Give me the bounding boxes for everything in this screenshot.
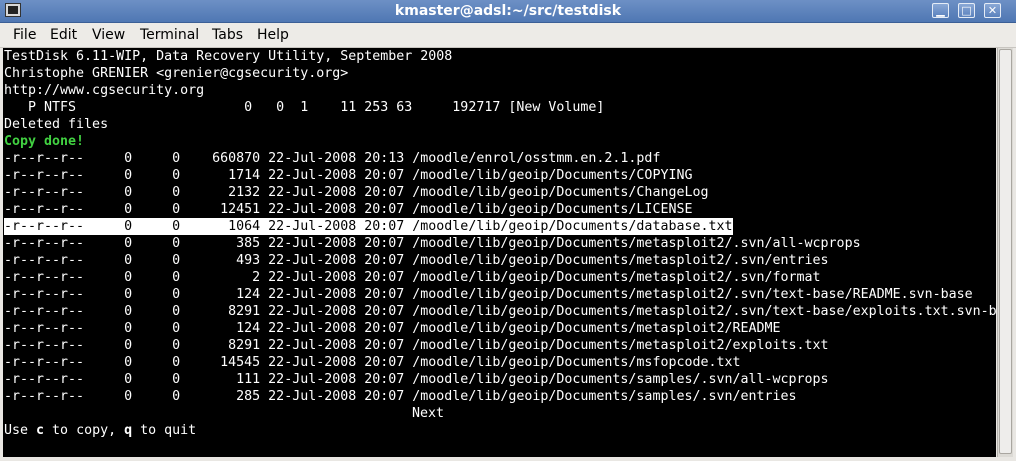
file-row[interactable]: -r--r--r-- 0 0 8291 22-Jul-2008 20:07 /m…	[4, 337, 829, 354]
menu-edit[interactable]: Edit	[50, 27, 77, 43]
header-line-url: http://www.cgsecurity.org	[4, 83, 205, 98]
window-title: kmaster@adsl:~/src/testdisk	[394, 3, 622, 19]
file-row[interactable]: -r--r--r-- 0 0 8291 22-Jul-2008 20:07 /m…	[4, 303, 996, 320]
minimize-button[interactable]: ▁	[932, 3, 949, 18]
maximize-button[interactable]: □	[958, 3, 975, 18]
file-row[interactable]: -r--r--r-- 0 0 1714 22-Jul-2008 20:07 /m…	[4, 167, 692, 184]
file-row[interactable]: -r--r--r-- 0 0 12451 22-Jul-2008 20:07 /…	[4, 201, 692, 218]
terminal-screen[interactable]: TestDisk 6.11-WIP, Data Recovery Utility…	[3, 48, 996, 457]
menu-file[interactable]: File	[13, 27, 36, 43]
header-line-author: Christophe GRENIER <grenier@cgsecurity.o…	[4, 66, 349, 81]
quit-key-hint: q	[124, 423, 133, 438]
menu-help[interactable]: Help	[257, 27, 289, 43]
footer-use-text: Use	[4, 423, 37, 438]
menu-tabs[interactable]: Tabs	[212, 27, 243, 43]
menu-bar: File Edit View Terminal Tabs Help	[0, 23, 1016, 48]
title-bar[interactable]: kmaster@adsl:~/src/testdisk ▁ □ ✕	[0, 0, 1016, 23]
copy-key-hint: c	[36, 423, 45, 438]
file-row[interactable]: -r--r--r-- 0 0 493 22-Jul-2008 20:07 /mo…	[4, 252, 829, 269]
file-row[interactable]: -r--r--r-- 0 0 111 22-Jul-2008 20:07 /mo…	[4, 371, 829, 388]
file-row[interactable]: -r--r--r-- 0 0 285 22-Jul-2008 20:07 /mo…	[4, 388, 797, 405]
menu-terminal[interactable]: Terminal	[140, 27, 199, 43]
next-page-link[interactable]: Next	[412, 405, 444, 422]
file-row[interactable]: -r--r--r-- 0 0 2132 22-Jul-2008 20:07 /m…	[4, 184, 708, 201]
scrollbar-thumb[interactable]	[999, 49, 1012, 454]
footer-copy-text: to copy,	[44, 423, 125, 438]
file-row[interactable]: -r--r--r-- 0 0 14545 22-Jul-2008 20:07 /…	[4, 354, 741, 371]
deleted-files-heading: Deleted files	[4, 117, 109, 132]
close-button[interactable]: ✕	[984, 3, 1001, 18]
partition-line: P NTFS 0 0 1 11 253 63 192717 [New Volum…	[4, 100, 605, 115]
file-row[interactable]: -r--r--r-- 0 0 124 22-Jul-2008 20:07 /mo…	[4, 320, 781, 337]
file-row[interactable]: -r--r--r-- 0 0 2 22-Jul-2008 20:07 /mood…	[4, 269, 821, 286]
file-row-selected[interactable]: -r--r--r-- 0 0 1064 22-Jul-2008 20:07 /m…	[4, 218, 733, 235]
help-footer: Use c to copy, q to quit	[4, 422, 196, 439]
menu-view[interactable]: View	[92, 27, 125, 43]
vertical-scrollbar[interactable]	[997, 48, 1013, 457]
file-row[interactable]: -r--r--r-- 0 0 124 22-Jul-2008 20:07 /mo…	[4, 286, 973, 303]
footer-quit-text: to quit	[132, 423, 197, 438]
header-line-program: TestDisk 6.11-WIP, Data Recovery Utility…	[4, 49, 453, 64]
file-row[interactable]: -r--r--r-- 0 0 385 22-Jul-2008 20:07 /mo…	[4, 235, 861, 252]
copy-status-message: Copy done!	[4, 134, 85, 149]
file-row[interactable]: -r--r--r-- 0 0 660870 22-Jul-2008 20:13 …	[4, 150, 660, 167]
terminal-window: kmaster@adsl:~/src/testdisk ▁ □ ✕ File E…	[0, 0, 1016, 461]
